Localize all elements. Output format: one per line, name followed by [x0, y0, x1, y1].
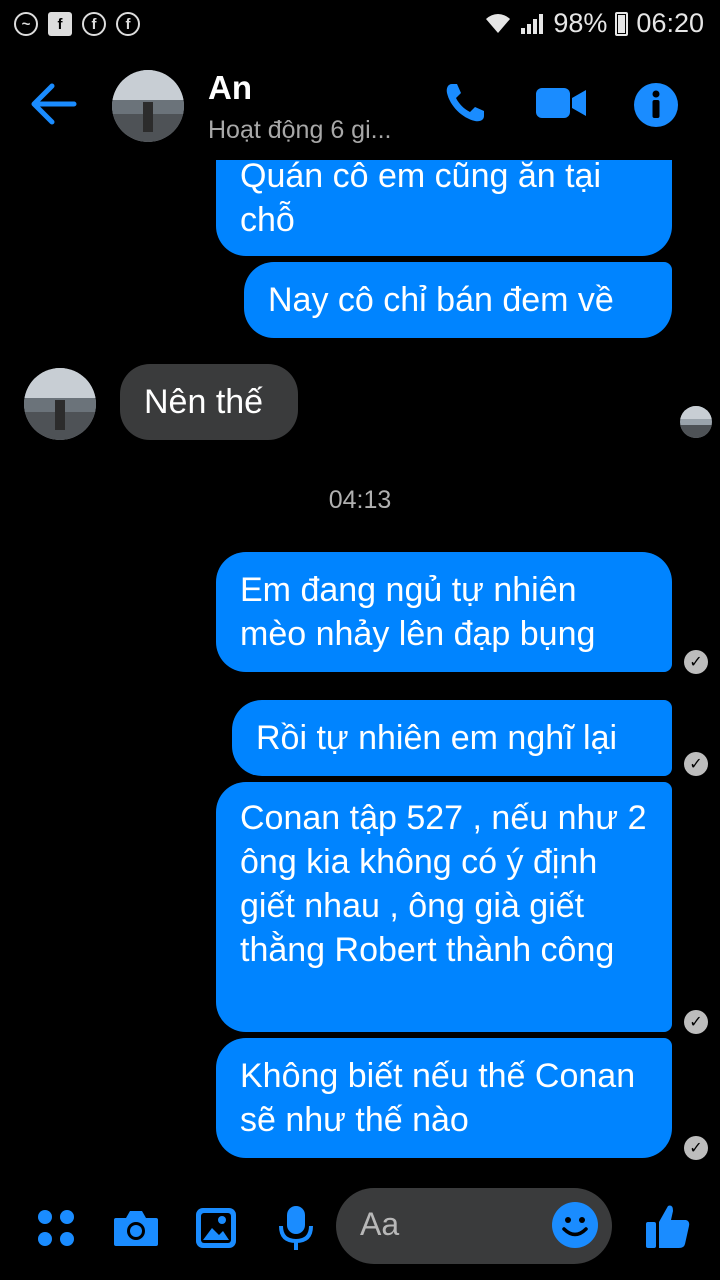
more-actions-button[interactable]: [36, 1208, 76, 1253]
signal-icon: [521, 13, 544, 34]
clock: 06:20: [636, 8, 704, 38]
gallery-button[interactable]: [194, 1206, 238, 1255]
message-outgoing[interactable]: Conan tập 527 , nếu như 2 ông kia không …: [216, 782, 672, 1032]
delivered-check-icon: ✓: [684, 1010, 708, 1034]
message-input[interactable]: Aa: [336, 1188, 612, 1264]
emoji-button[interactable]: [552, 1202, 598, 1248]
wifi-icon: [486, 13, 511, 33]
camera-button[interactable]: [112, 1208, 160, 1253]
contact-avatar-small: [24, 368, 96, 440]
message-composer: Aa: [0, 1180, 720, 1280]
message-outgoing[interactable]: Quán cô em cũng ăn tại chỗ: [216, 160, 672, 256]
status-bar: ~ f f f 98% 06:20: [0, 0, 720, 52]
facebook-notification-icon: f: [48, 12, 72, 36]
messenger-notification-icon: ~: [14, 12, 38, 36]
back-button[interactable]: [30, 82, 78, 131]
image-icon: [196, 1208, 236, 1248]
info-button[interactable]: [633, 82, 679, 133]
info-icon: [634, 83, 678, 127]
camera-icon: [114, 1211, 158, 1246]
facebook-circle-notification-icon: f: [82, 12, 106, 36]
delivered-check-icon: ✓: [684, 1136, 708, 1160]
contact-avatar[interactable]: [112, 70, 184, 142]
smiley-icon: [562, 1217, 588, 1237]
message-outgoing[interactable]: Rồi tự nhiên em nghĩ lại: [232, 700, 672, 776]
contact-name[interactable]: An: [208, 69, 252, 107]
active-status: Hoạt động 6 gi...: [208, 116, 392, 144]
message-outgoing[interactable]: Không biết nếu thế Conan sẽ như thế nào: [216, 1038, 672, 1158]
delivered-check-icon: ✓: [684, 752, 708, 776]
conversation-header: An Hoạt động 6 gi...: [0, 52, 720, 160]
facebook-circle-notification-icon-2: f: [116, 12, 140, 36]
message-list[interactable]: Quán cô em cũng ăn tại chỗ Nay cô chỉ bá…: [0, 160, 720, 1180]
voice-call-button[interactable]: [442, 80, 488, 131]
message-incoming[interactable]: Nên thế: [120, 364, 298, 440]
timestamp-divider: 04:13: [328, 486, 392, 514]
four-dots-icon: [38, 1210, 74, 1246]
message-input-placeholder: Aa: [360, 1206, 400, 1242]
delivered-check-icon: ✓: [684, 650, 708, 674]
message-outgoing[interactable]: Nay cô chỉ bán đem về: [244, 262, 672, 338]
battery-percent: 98%: [553, 8, 608, 38]
video-call-button[interactable]: [536, 86, 588, 125]
read-receipt-avatar: [680, 406, 712, 438]
video-camera-icon: [536, 88, 586, 118]
message-outgoing[interactable]: Em đang ngủ tự nhiên mèo nhảy lên đạp bụ…: [216, 552, 672, 672]
back-arrow-icon: [31, 83, 77, 125]
thumbs-up-icon: [646, 1205, 690, 1248]
like-button[interactable]: [644, 1202, 692, 1255]
microphone-icon: [279, 1206, 313, 1250]
voice-message-button[interactable]: [276, 1204, 316, 1257]
phone-icon: [446, 84, 484, 122]
battery-icon: [615, 11, 629, 36]
